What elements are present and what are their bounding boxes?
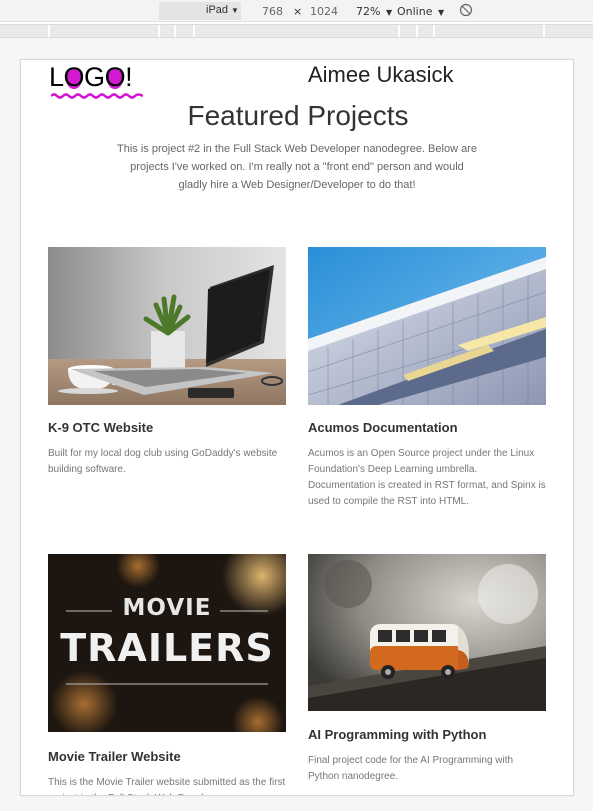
- network-throttle-select[interactable]: Online ▼: [397, 5, 444, 18]
- chevron-down-icon: ▼: [231, 6, 239, 15]
- rotate-icon[interactable]: [459, 3, 473, 17]
- logo-letter: O: [104, 62, 126, 92]
- project-image[interactable]: [48, 247, 286, 405]
- logo-letter: G: [84, 62, 105, 92]
- network-value: Online: [397, 5, 433, 18]
- project-image[interactable]: [308, 247, 546, 405]
- image-caption-trailers: TRAILERS: [60, 626, 274, 670]
- ruler-divider: [543, 25, 545, 37]
- logo-text: LOGO!: [49, 62, 133, 93]
- logo-letter: L: [49, 62, 64, 92]
- device-select[interactable]: iPad ▼: [159, 2, 241, 20]
- project-card[interactable]: AI Programming with Python Final project…: [308, 554, 546, 795]
- media-query-bar[interactable]: [0, 24, 593, 38]
- project-title[interactable]: Acumos Documentation: [308, 420, 458, 435]
- project-card[interactable]: Acumos Documentation Acumos is an Open S…: [308, 247, 546, 517]
- height-input[interactable]: 1024: [310, 5, 338, 18]
- project-title[interactable]: Movie Trailer Website: [48, 749, 181, 764]
- project-image[interactable]: MOVIE TRAILERS: [48, 554, 286, 732]
- page-intro: This is project #2 in the Full Stack Web…: [117, 143, 477, 191]
- project-card[interactable]: MOVIE TRAILERS Movie Trailer Website Thi…: [48, 554, 286, 795]
- zoom-value: 72%: [356, 5, 381, 18]
- project-card[interactable]: K-9 OTC Website Built for my local dog c…: [48, 247, 286, 497]
- ruler-divider: [158, 25, 160, 37]
- image-caption-movie: MOVIE: [122, 595, 212, 621]
- device-label: iPad: [206, 4, 229, 16]
- ruler-divider: [398, 25, 400, 37]
- ruler-divider: [193, 25, 195, 37]
- ruler-divider: [433, 25, 435, 37]
- chevron-down-icon: ▼: [385, 8, 393, 17]
- logo-letter: !: [125, 62, 133, 92]
- dimension-separator: ×: [293, 5, 303, 18]
- logo[interactable]: LOGO!: [49, 62, 149, 102]
- ruler-divider: [416, 25, 418, 37]
- author-name: Aimee Ukasick: [308, 62, 454, 87]
- page-title: Featured Projects: [187, 100, 409, 131]
- project-description: Built for my local dog club using GoDadd…: [48, 448, 278, 475]
- project-description: Final project code for the AI Programmin…: [308, 755, 514, 782]
- emulated-page: LOGO! Aimee Ukasick Featured Projects Th…: [20, 59, 574, 796]
- project-description: Acumos is an Open Source project under t…: [308, 448, 546, 507]
- chevron-down-icon: ▼: [437, 8, 445, 17]
- logo-underline-scribble: [51, 93, 143, 99]
- ruler-divider: [48, 25, 50, 37]
- project-title[interactable]: K-9 OTC Website: [48, 420, 153, 435]
- project-title[interactable]: AI Programming with Python: [308, 727, 486, 742]
- project-description: This is the Movie Trailer website submit…: [48, 777, 286, 795]
- width-input[interactable]: 768: [262, 5, 283, 18]
- project-image[interactable]: [308, 554, 546, 711]
- logo-letter: O: [63, 62, 85, 92]
- device-toolbar: iPad ▼ 768 × 1024 72% ▼ Online ▼: [0, 0, 593, 22]
- ruler-divider: [174, 25, 176, 37]
- zoom-select[interactable]: 72% ▼: [356, 5, 392, 18]
